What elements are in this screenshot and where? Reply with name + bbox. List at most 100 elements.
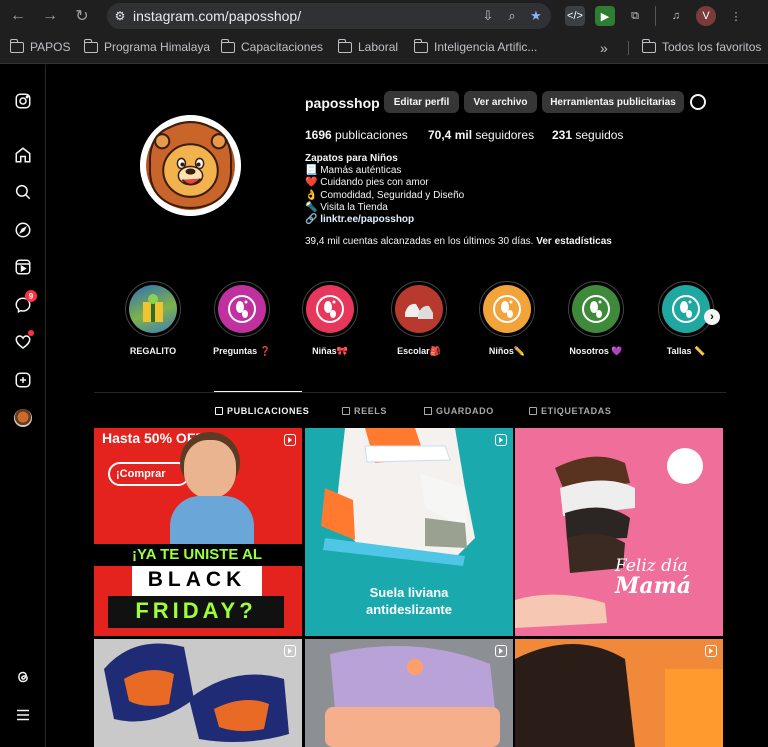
- post-text: ¡YA TE UNISTE AL: [128, 546, 267, 563]
- reload-icon[interactable]: ↻: [68, 2, 96, 30]
- child-photo: [160, 432, 270, 552]
- explore-compass-icon[interactable]: [13, 220, 33, 240]
- separator-line: [655, 6, 656, 26]
- code-extension-icon[interactable]: </>: [565, 6, 585, 26]
- post-mothers-day[interactable]: Feliz día Mamá: [515, 428, 723, 636]
- view-insights-link[interactable]: Ver estadísticas: [536, 236, 612, 247]
- post-black-friday[interactable]: Hasta 50% OFF ¡Comprar ¡YA TE UNISTE AL …: [94, 428, 302, 636]
- edit-profile-button[interactable]: Editar perfil: [384, 91, 459, 113]
- folder-icon: [9, 38, 24, 53]
- tab-publicaciones[interactable]: PUBLICACIONES: [215, 406, 309, 416]
- highlight-preguntas[interactable]: Preguntas ❓: [207, 281, 277, 357]
- instagram-sidebar: 9: [0, 65, 46, 747]
- profile-avatar-icon[interactable]: [13, 408, 33, 428]
- footprint-logo-icon: [228, 295, 256, 323]
- shoes-stack-illustration: [515, 456, 635, 628]
- tab-guardado[interactable]: GUARDADO: [424, 406, 494, 416]
- search-icon[interactable]: [13, 182, 33, 202]
- highlight-label: Preguntas ❓: [213, 346, 271, 356]
- reels-icon: [342, 407, 350, 415]
- bookmark-folder-programa-himalaya[interactable]: Programa Himalaya: [83, 38, 210, 54]
- create-post-icon[interactable]: [13, 370, 33, 390]
- tab-reels[interactable]: REELS: [342, 406, 387, 416]
- shoes-photo-icon: [405, 303, 433, 319]
- lion-logo-icon: [140, 115, 241, 216]
- home-icon[interactable]: [13, 145, 33, 165]
- settings-gear-icon[interactable]: [690, 94, 706, 110]
- more-bookmarks-button[interactable]: »: [600, 40, 608, 56]
- loafer-photo: [325, 646, 500, 747]
- bookmark-folder-papos[interactable]: PAPOS: [9, 38, 70, 54]
- site-settings-icon[interactable]: ⚙: [107, 3, 133, 29]
- address-bar[interactable]: ⚙ instagram.com/paposshop/ ⇩ ⌕ ★: [107, 3, 551, 29]
- tab-etiquetadas[interactable]: ETIQUETADAS: [529, 406, 611, 416]
- profile-picture[interactable]: [140, 115, 241, 216]
- post-child-photo[interactable]: [515, 639, 723, 747]
- ad-tools-button[interactable]: Herramientas publicitarias: [542, 91, 684, 113]
- browser-profile-avatar[interactable]: V: [696, 6, 716, 26]
- folder-icon: [641, 38, 656, 53]
- bookmark-icon: [424, 407, 432, 415]
- child-photo: [515, 639, 723, 747]
- following-stat[interactable]: 231 seguidos: [552, 128, 623, 142]
- highlight-nosotros[interactable]: Nosotros 💜: [561, 281, 631, 357]
- bookmark-folder-capacitaciones[interactable]: Capacitaciones: [220, 38, 323, 54]
- notifications-heart-icon[interactable]: [13, 330, 34, 352]
- slip-on-shoes-photo: [104, 643, 289, 743]
- posts-stat: 1696 publicaciones: [305, 128, 408, 142]
- highlight-label: Nosotros 💜: [569, 346, 623, 356]
- post-sneaker[interactable]: Suela liviana antideslizante: [305, 428, 513, 636]
- post-loafer[interactable]: [305, 639, 513, 747]
- extensions-puzzle-icon[interactable]: ⧉: [625, 6, 645, 26]
- more-menu-icon[interactable]: [13, 705, 33, 725]
- tabs-divider: [94, 392, 726, 393]
- footprint-logo-icon: [316, 295, 344, 323]
- browser-menu-icon[interactable]: ⋮: [726, 6, 746, 26]
- bookmark-folder-inteligencia-artificial[interactable]: Inteligencia Artific...: [413, 38, 537, 54]
- reel-icon: [284, 434, 296, 446]
- highlight-ninos[interactable]: Niños✏️: [472, 281, 542, 357]
- post-caption: Feliz día Mamá: [615, 556, 692, 599]
- bio-line: 🔦 Visita la Tienda: [305, 201, 388, 213]
- instagram-logo-icon[interactable]: [13, 91, 33, 111]
- post-caption: Suela liviana antideslizante: [366, 585, 452, 617]
- threads-icon[interactable]: [13, 667, 33, 687]
- back-icon[interactable]: ←: [4, 2, 32, 30]
- highlight-label: Niñas🎀: [312, 346, 348, 356]
- media-controls-icon[interactable]: ♫: [666, 6, 686, 26]
- highlight-escolar[interactable]: Escolar🎒: [384, 281, 454, 357]
- view-archive-button[interactable]: Ver archivo: [464, 91, 537, 113]
- reel-icon: [705, 645, 717, 657]
- reels-icon[interactable]: [13, 257, 33, 277]
- bookmarks-separator: [628, 41, 629, 55]
- folder-icon: [413, 38, 428, 53]
- video-extension-icon[interactable]: ▶: [595, 6, 615, 26]
- post-slip-on-shoes[interactable]: [94, 639, 302, 747]
- notification-dot: [28, 330, 34, 336]
- bookmark-folder-laboral[interactable]: Laboral: [337, 38, 398, 54]
- highlights-next-arrow-icon[interactable]: ›: [704, 309, 720, 325]
- forward-icon[interactable]: →: [36, 2, 64, 30]
- footprint-logo-icon: [582, 295, 610, 323]
- highlight-label: Niños✏️: [488, 346, 526, 356]
- folder-icon: [337, 38, 352, 53]
- bio-link[interactable]: 🔗 linktr.ee/paposshop: [305, 214, 464, 226]
- footprint-logo-icon: [672, 295, 700, 323]
- footprint-logo-icon: [493, 295, 521, 323]
- messenger-icon[interactable]: 9: [13, 290, 37, 315]
- folder-icon: [83, 38, 98, 53]
- zoom-icon[interactable]: ⌕: [503, 7, 521, 25]
- browser-toolbar: ← → ↻ ⚙ instagram.com/paposshop/ ⇩ ⌕ ★ <…: [0, 0, 768, 32]
- all-bookmarks-folder[interactable]: Todos los favoritos: [641, 38, 761, 54]
- install-app-icon[interactable]: ⇩: [479, 7, 497, 25]
- bio-name: Zapatos para Niños: [305, 153, 398, 164]
- bookmarks-bar: PAPOS Programa Himalaya Capacitaciones L…: [0, 32, 768, 64]
- highlight-regalito[interactable]: REGALITO: [118, 281, 188, 356]
- url-text[interactable]: instagram.com/paposshop/: [133, 8, 301, 24]
- reel-icon: [495, 434, 507, 446]
- followers-stat[interactable]: 70,4 mil seguidores: [428, 128, 534, 142]
- bookmark-star-icon[interactable]: ★: [527, 7, 545, 25]
- highlight-ninas[interactable]: Niñas🎀: [295, 281, 365, 357]
- highlight-label: REGALITO: [129, 346, 177, 356]
- bio-line: 📃 Mamás auténticas: [305, 165, 402, 177]
